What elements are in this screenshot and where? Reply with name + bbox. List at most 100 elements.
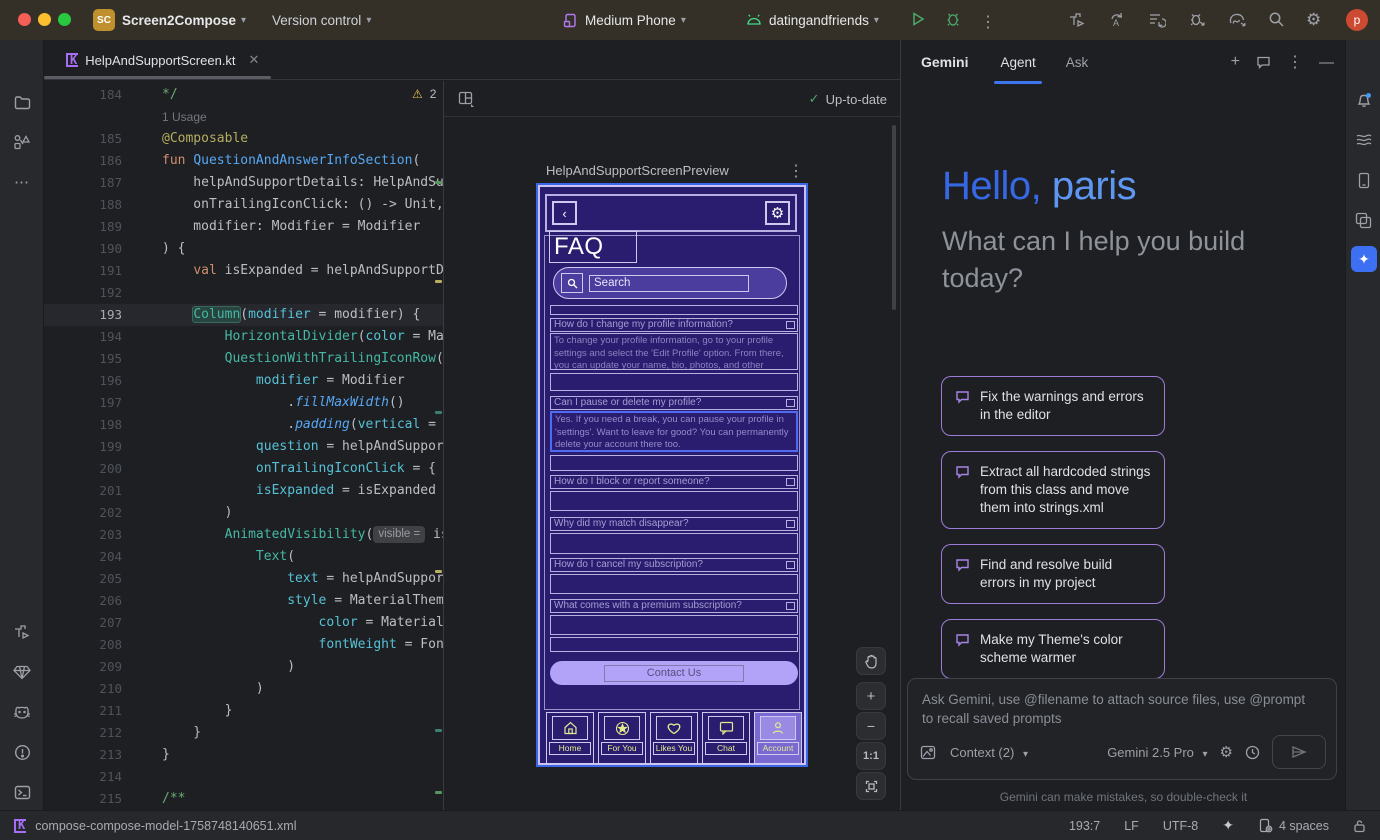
build-tool-icon[interactable] — [0, 618, 44, 646]
logcat-icon[interactable] — [0, 698, 44, 726]
run-configuration-selector[interactable]: datingandfriends▾ — [746, 0, 879, 40]
code-line[interactable]: 203 AnimatedVisibility(visible = isExpan… — [44, 524, 443, 546]
zoom-out-button[interactable]: − — [856, 712, 886, 740]
code-line[interactable]: 199 question = helpAndSupportDetails — [44, 436, 443, 458]
code-line[interactable]: 212 } — [44, 722, 443, 744]
phone-preview[interactable]: ‹ ⚙ FAQ Search How do I change my profil… — [538, 185, 806, 765]
user-avatar[interactable]: p — [1346, 9, 1368, 31]
close-window-button[interactable] — [18, 13, 31, 26]
layout-inspector-icon[interactable] — [1346, 206, 1380, 234]
faq-question[interactable]: How do I cancel my subscription? — [550, 558, 798, 572]
panel-options-icon[interactable]: ⋮ — [1287, 52, 1303, 72]
code-line[interactable]: 184*/ — [44, 84, 443, 106]
resource-manager-icon[interactable] — [0, 128, 44, 156]
tab-ask[interactable]: Ask — [1066, 40, 1089, 84]
editor-horizontal-scrollbar[interactable] — [44, 76, 271, 79]
suggestion-chip[interactable]: Extract all hardcoded strings from this … — [941, 451, 1165, 529]
gemini-tool-icon[interactable]: ✦ — [1351, 246, 1377, 272]
nav-item-chat[interactable]: Chat — [702, 712, 750, 764]
attach-image-icon[interactable] — [920, 745, 936, 760]
suggestion-chip[interactable]: Make my Theme's color scheme warmer — [941, 619, 1165, 679]
zoom-in-button[interactable]: + — [856, 682, 886, 710]
code-line[interactable]: 186fun QuestionAndAnswerInfoSection( — [44, 150, 443, 172]
code-line[interactable]: 197 .fillMaxWidth() — [44, 392, 443, 414]
notifications-bell-icon[interactable] — [1346, 86, 1380, 114]
code-line[interactable]: 214 — [44, 766, 443, 788]
faq-question[interactable]: Why did my match disappear? — [550, 517, 798, 531]
expand-icon[interactable] — [786, 399, 795, 407]
problems-tool-icon[interactable] — [0, 738, 44, 766]
suggestion-chip[interactable]: Find and resolve build errors in my proj… — [941, 544, 1165, 604]
preview-options-icon[interactable]: ⋮ — [788, 161, 804, 181]
code-line[interactable]: 185@Composable — [44, 128, 443, 150]
contact-us-button[interactable]: Contact Us — [550, 661, 798, 685]
code-line[interactable]: 207 color = MaterialTheme. — [44, 612, 443, 634]
code-line[interactable]: 211 } — [44, 700, 443, 722]
code-line[interactable]: 206 style = MaterialTheme.typography — [44, 590, 443, 612]
code-line[interactable]: 196 modifier = Modifier — [44, 370, 443, 392]
expand-icon[interactable] — [786, 321, 795, 329]
code-line[interactable]: 204 Text( — [44, 546, 443, 568]
send-button[interactable] — [1272, 735, 1326, 769]
code-line[interactable]: 1 Usage — [44, 106, 443, 128]
suggestion-chip[interactable]: Fix the warnings and errors in the edito… — [941, 376, 1165, 436]
zoom-to-fit-button[interactable] — [856, 772, 886, 800]
preview-name-label[interactable]: HelpAndSupportScreenPreview — [546, 163, 729, 178]
nav-item-likes-you[interactable]: Likes You — [650, 712, 698, 764]
code-line[interactable]: 194 HorizontalDivider(color = MaterialTh… — [44, 326, 443, 348]
gemini-status-icon[interactable]: ✦ — [1222, 817, 1234, 834]
model-selector[interactable]: Gemini 2.5 Pro ▾ — [1107, 745, 1207, 760]
gradle-sync-icon[interactable] — [1228, 11, 1247, 28]
preview-layout-mode-icon[interactable] — [458, 91, 475, 107]
context-selector[interactable]: Context (2) ▾ — [950, 745, 1028, 760]
nav-item-home[interactable]: Home — [546, 712, 594, 764]
code-line[interactable]: 201 isExpanded = isExpanded — [44, 480, 443, 502]
faq-question[interactable]: Can I pause or delete my profile? — [550, 396, 798, 410]
status-file-name[interactable]: compose-compose-model-1758748140651.xml — [35, 819, 296, 833]
gemini-settings-icon[interactable]: ⚙ — [1220, 743, 1233, 761]
nav-item-for-you[interactable]: For You — [598, 712, 646, 764]
code-line[interactable]: 215/** — [44, 788, 443, 810]
caret-position[interactable]: 193:7 — [1069, 819, 1100, 833]
file-encoding[interactable]: UTF-8 — [1163, 819, 1198, 833]
running-devices-icon[interactable] — [1346, 126, 1380, 154]
build-status[interactable]: ✓ Up-to-date — [809, 81, 887, 117]
maximize-window-button[interactable] — [58, 13, 71, 26]
faq-question[interactable]: How do I change my profile information? — [550, 318, 798, 332]
faq-question[interactable]: What comes with a premium subscription? — [550, 599, 798, 613]
expand-icon[interactable] — [786, 602, 795, 610]
code-line[interactable]: 213} — [44, 744, 443, 766]
code-line[interactable]: 187 helpAndSupportDetails: HelpAndSuppor… — [44, 172, 443, 194]
debug-button[interactable] — [945, 11, 961, 27]
pan-tool-button[interactable] — [856, 647, 886, 675]
project-selector[interactable]: Screen2Compose▾ — [122, 0, 246, 40]
terminal-tool-icon[interactable] — [0, 778, 44, 806]
code-line[interactable]: 188 onTrailingIconClick: () -> Unit, — [44, 194, 443, 216]
code-editor[interactable]: 184*/1 Usage185@Composable186fun Questio… — [44, 81, 443, 810]
vcs-menu[interactable]: Version control▾ — [272, 0, 371, 40]
new-chat-icon[interactable]: + — [1231, 53, 1240, 71]
close-tab-icon[interactable]: ✕ — [249, 52, 260, 68]
expand-icon[interactable] — [786, 478, 795, 486]
code-line[interactable]: 191 val isExpanded = helpAndSupportDetai… — [44, 260, 443, 282]
code-line[interactable]: 198 .padding(vertical = 4.dp), — [44, 414, 443, 436]
code-line[interactable]: 209 ) — [44, 656, 443, 678]
settings-icon[interactable]: ⚙ — [1306, 10, 1321, 30]
code-line[interactable]: 190) { — [44, 238, 443, 260]
more-run-actions-icon[interactable]: ⋮ — [980, 12, 996, 32]
gemini-input-box[interactable]: Ask Gemini, use @filename to attach sour… — [907, 678, 1337, 780]
code-line[interactable]: 193 Column(modifier = modifier) { — [44, 304, 443, 326]
code-line[interactable]: 192 — [44, 282, 443, 304]
apply-changes-icon[interactable]: A — [1108, 11, 1126, 29]
device-manager-icon[interactable] — [1346, 166, 1380, 194]
back-button[interactable]: ‹ — [552, 201, 577, 225]
code-line[interactable]: 189 modifier: Modifier = Modifier — [44, 216, 443, 238]
profiler-icon[interactable] — [1148, 11, 1166, 29]
prompt-history-icon[interactable] — [1245, 745, 1260, 760]
expand-icon[interactable] — [786, 561, 795, 569]
line-separator[interactable]: LF — [1124, 819, 1139, 833]
device-selector[interactable]: Medium Phone▾ — [563, 0, 686, 40]
more-tool-windows-icon[interactable]: ⋯ — [0, 168, 44, 196]
faq-question[interactable]: How do I block or report someone? — [550, 475, 798, 489]
indent-config[interactable]: 4 spaces — [1258, 818, 1329, 833]
